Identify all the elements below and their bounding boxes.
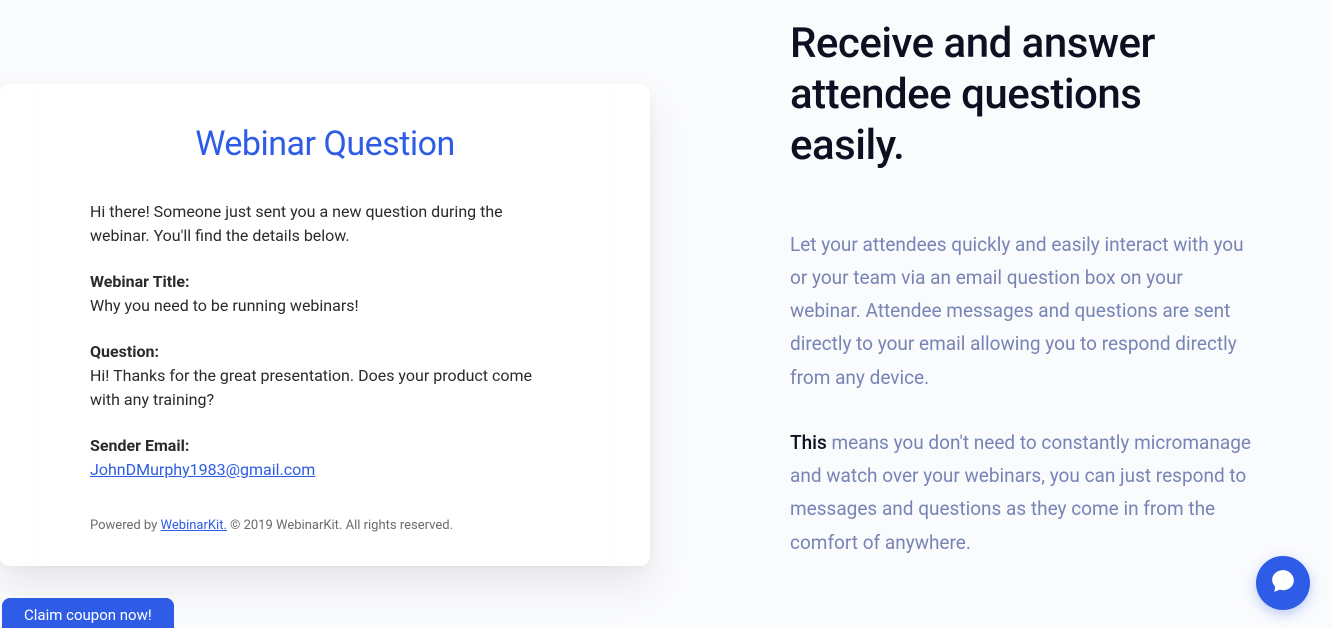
question-value: Hi! Thanks for the great presentation. D… xyxy=(90,364,560,412)
feature-paragraph-1: Let your attendees quickly and easily in… xyxy=(790,228,1252,394)
question-label: Question: xyxy=(90,342,159,361)
sender-email-label: Sender Email: xyxy=(90,436,189,455)
feature-heading: Receive and answer attendee questions ea… xyxy=(790,18,1252,172)
webinar-title-value: Why you need to be running webinars! xyxy=(90,294,560,318)
feature-description-panel: Receive and answer attendee questions ea… xyxy=(660,0,1332,628)
feature-paragraph-2: This means you don't need to constantly … xyxy=(790,426,1252,559)
chat-widget-button[interactable] xyxy=(1256,556,1310,610)
footer-brand-link[interactable]: WebinarKit. xyxy=(161,518,227,533)
email-question-section: Question: Hi! Thanks for the great prese… xyxy=(90,340,560,412)
email-sender-section: Sender Email: JohnDMurphy1983@gmail.com xyxy=(90,434,560,482)
footer-suffix: © 2019 WebinarKit. All rights reserved. xyxy=(227,518,453,533)
email-title: Webinar Question xyxy=(90,124,560,164)
footer-prefix: Powered by xyxy=(90,518,161,533)
email-body: Hi there! Someone just sent you a new qu… xyxy=(90,200,560,536)
email-card: Webinar Question Hi there! Someone just … xyxy=(40,84,610,566)
paragraph-bold-word: This xyxy=(790,431,827,454)
chat-icon xyxy=(1270,568,1296,598)
email-webinar-title-section: Webinar Title: Why you need to be runnin… xyxy=(90,270,560,318)
sender-email-link[interactable]: JohnDMurphy1983@gmail.com xyxy=(90,458,560,482)
claim-coupon-button[interactable]: Claim coupon now! xyxy=(2,598,174,628)
email-intro: Hi there! Someone just sent you a new qu… xyxy=(90,200,560,248)
email-preview-panel: Webinar Question Hi there! Someone just … xyxy=(0,0,660,628)
webinar-title-label: Webinar Title: xyxy=(90,272,190,291)
email-card-wrapper: Webinar Question Hi there! Someone just … xyxy=(0,84,650,566)
email-footer: Powered by WebinarKit. © 2019 WebinarKit… xyxy=(90,516,560,536)
paragraph-rest: means you don't need to constantly micro… xyxy=(790,431,1251,554)
